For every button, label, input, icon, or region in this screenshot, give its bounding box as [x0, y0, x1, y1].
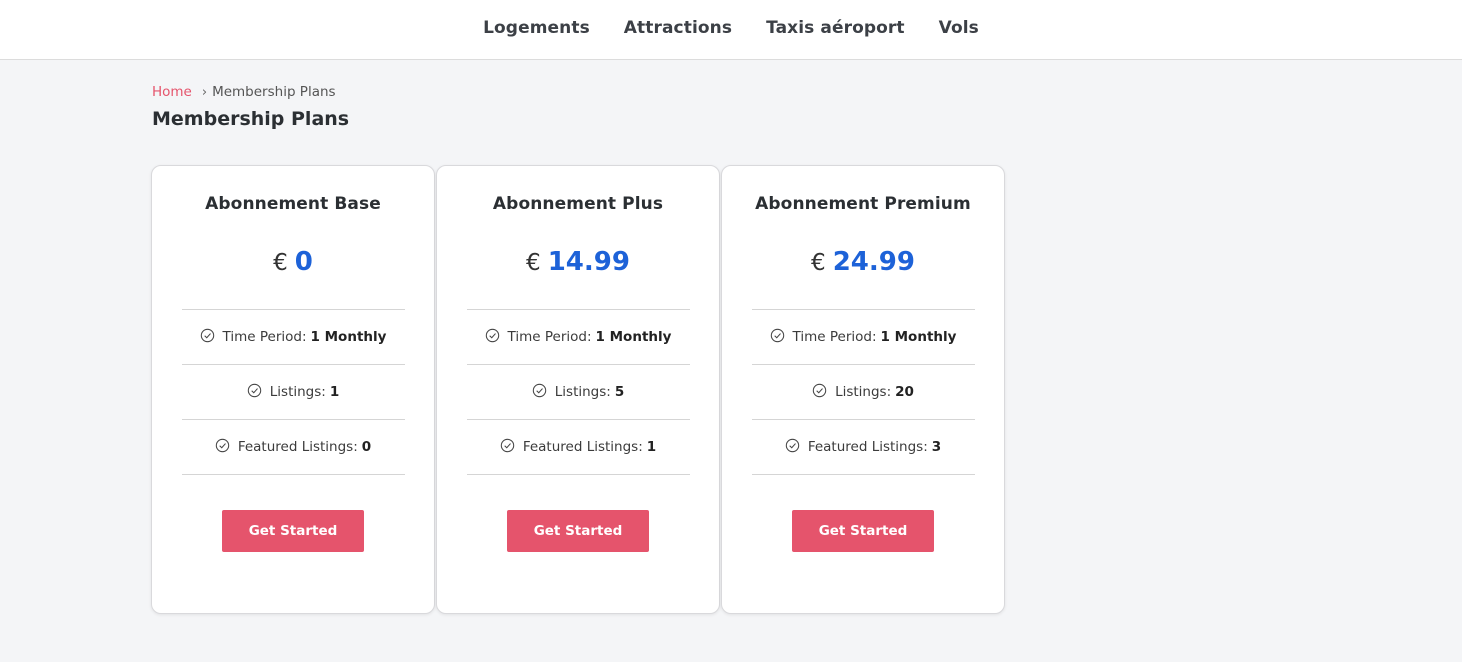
feature-value: 0 — [361, 439, 372, 455]
feature-value: 20 — [895, 384, 914, 400]
feature-label: Time Period: — [222, 329, 307, 345]
nav-item-taxis[interactable]: Taxis aéroport — [766, 18, 905, 38]
get-started-button[interactable]: Get Started — [507, 510, 649, 552]
plan-price: € 24.99 — [811, 247, 915, 287]
breadcrumb-current: Membership Plans — [212, 84, 336, 100]
breadcrumb-separator: › — [201, 84, 208, 100]
feature-label: Listings: — [269, 384, 326, 400]
check-circle-icon — [215, 438, 230, 453]
feature-time-period: Time Period: 1 Monthly — [181, 310, 405, 365]
feature-label: Featured Listings: — [522, 439, 643, 455]
currency-symbol: € — [811, 250, 826, 276]
plan-name: Abonnement Base — [205, 194, 381, 214]
nav-item-vols[interactable]: Vols — [939, 18, 979, 38]
check-circle-icon — [785, 438, 800, 453]
feature-label: Listings: — [554, 384, 611, 400]
feature-label: Time Period: — [792, 329, 877, 345]
check-circle-icon — [500, 438, 515, 453]
check-circle-icon — [200, 328, 214, 343]
check-circle-icon — [812, 383, 827, 398]
feature-list: Time Period: 1 Monthly Listings: 5 Featu… — [466, 309, 690, 475]
feature-value: 1 Monthly — [310, 329, 387, 345]
plan-card-plus: Abonnement Plus € 14.99 Time Period: 1 M… — [436, 165, 720, 614]
plan-name: Abonnement Premium — [755, 194, 971, 214]
plan-card-base: Abonnement Base € 0 Time Period: 1 Month… — [151, 165, 435, 614]
check-circle-icon — [532, 383, 546, 398]
feature-featured-listings: Featured Listings: 3 — [751, 420, 975, 475]
check-circle-icon — [770, 328, 784, 343]
feature-label: Time Period: — [507, 329, 592, 345]
currency-symbol: € — [273, 250, 288, 276]
feature-listings: Listings: 20 — [751, 365, 975, 420]
price-amount: 24.99 — [832, 247, 915, 277]
plans-list: Abonnement Base € 0 Time Period: 1 Month… — [151, 165, 1005, 614]
feature-label: Listings: — [835, 384, 892, 400]
price-amount: 0 — [294, 247, 313, 277]
feature-value: 1 Monthly — [880, 329, 957, 345]
breadcrumb: Home › Membership Plans — [152, 84, 1012, 100]
nav-item-attractions[interactable]: Attractions — [624, 18, 732, 38]
feature-label: Featured Listings: — [807, 439, 928, 455]
feature-featured-listings: Featured Listings: 1 — [466, 420, 690, 475]
check-circle-icon — [485, 328, 499, 343]
plan-price: € 14.99 — [526, 247, 630, 287]
price-amount: 14.99 — [547, 247, 630, 277]
feature-value: 1 Monthly — [595, 329, 672, 345]
top-navigation: Logements Attractions Taxis aéroport Vol… — [0, 0, 1462, 60]
breadcrumb-home-link[interactable]: Home — [152, 84, 192, 100]
feature-value: 1 — [646, 439, 657, 455]
plan-name: Abonnement Plus — [492, 194, 664, 214]
check-circle-icon — [247, 383, 261, 398]
plan-price: € 0 — [273, 247, 313, 287]
feature-label: Featured Listings: — [237, 439, 358, 455]
feature-featured-listings: Featured Listings: 0 — [181, 420, 405, 475]
feature-value: 1 — [329, 384, 340, 400]
feature-listings: Listings: 1 — [181, 365, 405, 420]
get-started-button[interactable]: Get Started — [792, 510, 934, 552]
currency-symbol: € — [526, 250, 541, 276]
plan-card-premium: Abonnement Premium € 24.99 Time Period: … — [721, 165, 1005, 614]
nav-item-logements[interactable]: Logements — [483, 18, 590, 38]
get-started-button[interactable]: Get Started — [222, 510, 364, 552]
feature-value: 3 — [931, 439, 942, 455]
feature-list: Time Period: 1 Monthly Listings: 1 Featu… — [181, 309, 405, 475]
feature-listings: Listings: 5 — [466, 365, 690, 420]
page-header: Home › Membership Plans Membership Plans — [152, 60, 1012, 130]
feature-time-period: Time Period: 1 Monthly — [751, 310, 975, 365]
feature-value: 5 — [614, 384, 625, 400]
page-title: Membership Plans — [152, 108, 350, 130]
feature-list: Time Period: 1 Monthly Listings: 20 Feat… — [751, 309, 975, 475]
feature-time-period: Time Period: 1 Monthly — [466, 310, 690, 365]
